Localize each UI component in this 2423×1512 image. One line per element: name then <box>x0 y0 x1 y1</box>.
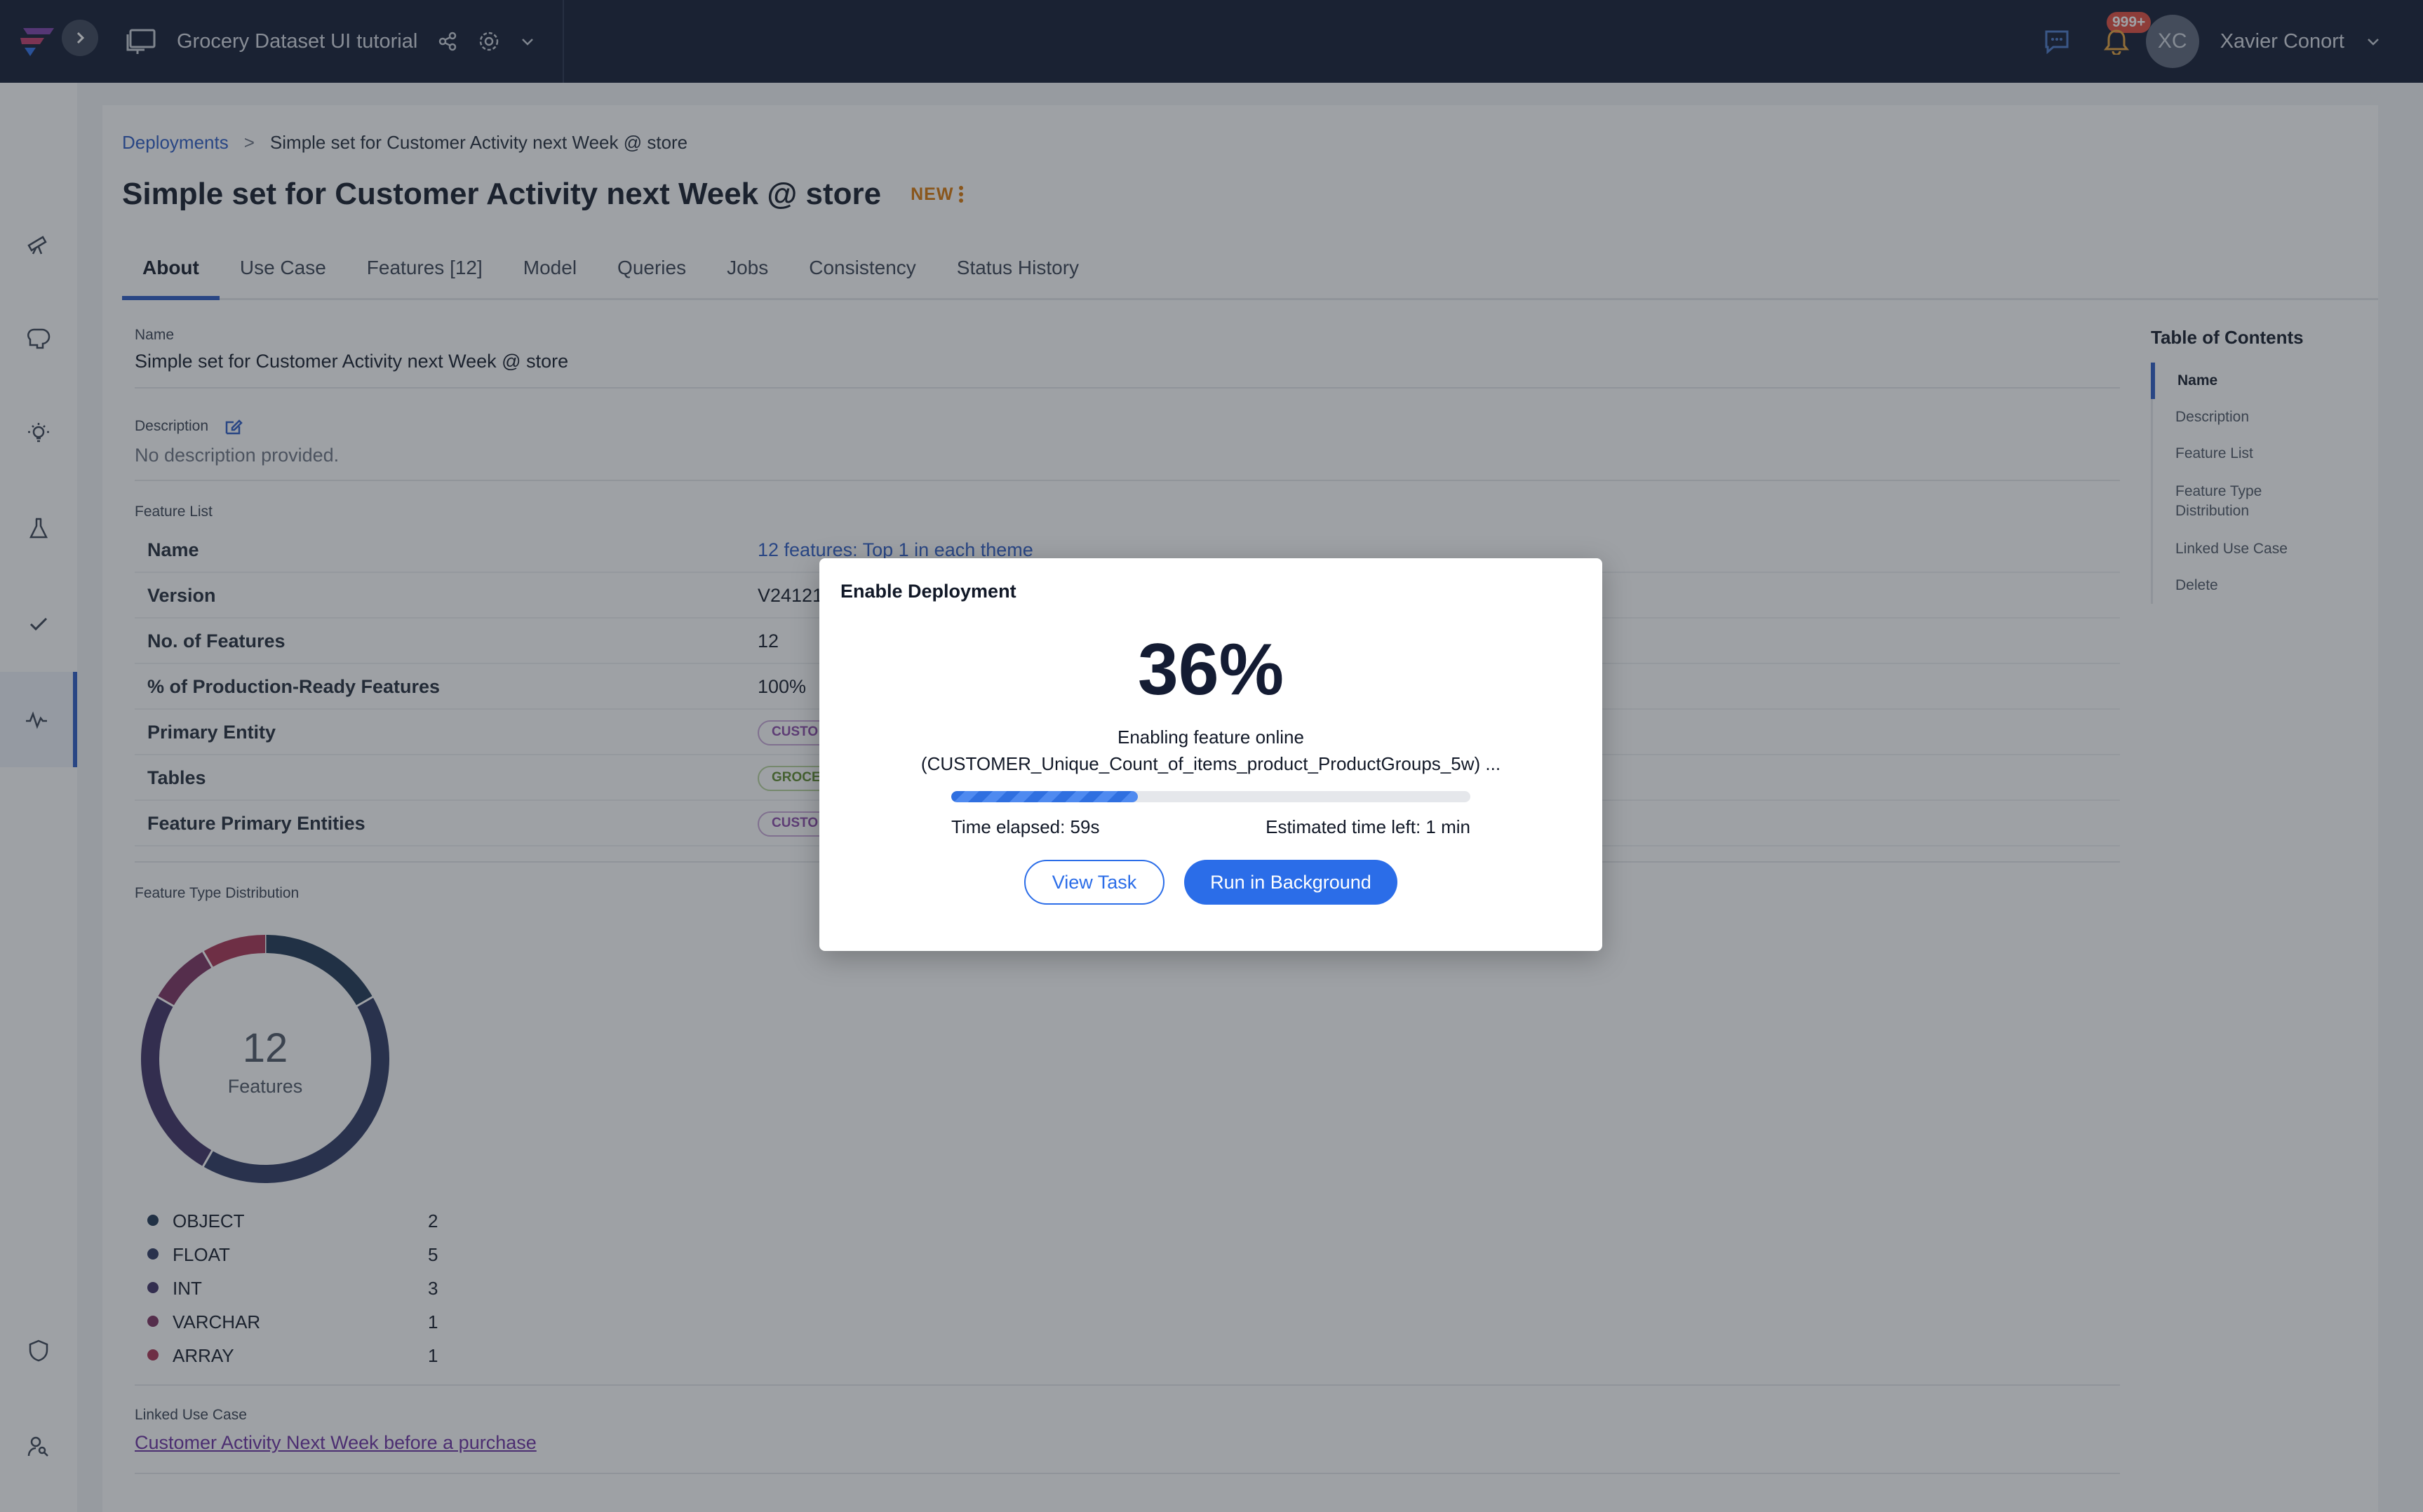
progress-status-line-1: Enabling feature online <box>1117 727 1304 748</box>
progress-bar <box>951 791 1470 802</box>
estimated-time-left: Estimated time left: 1 min <box>1266 816 1470 837</box>
view-task-button[interactable]: View Task <box>1024 860 1164 905</box>
progress-percent: 36% <box>1137 629 1284 710</box>
enable-deployment-dialog: Enable Deployment 36% Enabling feature o… <box>819 558 1602 951</box>
progress-status-line-2: (CUSTOMER_Unique_Count_of_items_product_… <box>920 753 1501 774</box>
progress-bar-fill <box>951 791 1139 802</box>
time-elapsed: Time elapsed: 59s <box>951 816 1100 837</box>
run-in-background-button[interactable]: Run in Background <box>1184 860 1397 905</box>
dialog-title: Enable Deployment <box>840 581 1016 602</box>
